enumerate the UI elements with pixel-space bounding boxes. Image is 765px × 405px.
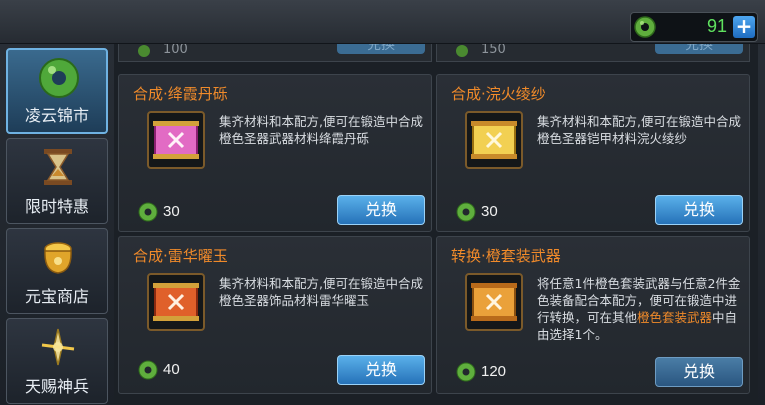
jade-coin-icon <box>634 16 656 38</box>
exchange-button[interactable]: 兑换 <box>337 195 425 225</box>
yellow-scroll-icon <box>471 121 517 159</box>
jade-coin-icon <box>138 45 150 57</box>
item-price: 150 <box>481 44 506 57</box>
jade-coin-icon <box>456 45 468 57</box>
jade-coin-icon <box>138 202 158 222</box>
sidebar-item-label: 凌云锦市 <box>24 106 89 125</box>
orange-scroll-icon <box>471 283 517 321</box>
jade-disc-icon <box>39 58 79 98</box>
partial-item-card: 100 兑换 <box>118 44 432 62</box>
hourglass-icon <box>44 149 72 185</box>
currency-amount: 91 <box>706 16 727 36</box>
item-icon-frame[interactable] <box>147 111 205 169</box>
exchange-button[interactable]: 兑换 <box>337 44 425 54</box>
item-card: 转换·橙套装武器 将任意1件橙色套装武器与任意2件金色装备配合本配方，便可在锻造… <box>436 236 750 394</box>
exchange-button[interactable]: 兑换 <box>655 44 743 54</box>
exchange-button[interactable]: 兑换 <box>655 357 743 387</box>
exchange-button[interactable]: 兑换 <box>655 195 743 225</box>
category-sidebar: 凌云锦市 限时特惠 元宝商店 天赐神兵 <box>6 48 108 405</box>
item-card: 合成·绛霞丹砾 集齐材料和本配方,便可在锻造中合成橙色圣器武器材料绛霞丹砾 30… <box>118 74 432 232</box>
jade-coin-icon <box>456 362 476 382</box>
item-title: 合成·雷华曜玉 <box>133 247 228 265</box>
item-title: 合成·浣火绫纱 <box>451 85 546 103</box>
sidebar-item-label: 天赐神兵 <box>24 377 89 396</box>
item-title: 合成·绛霞丹砾 <box>133 85 228 103</box>
sidebar-item-label: 元宝商店 <box>24 287 89 306</box>
exchange-button[interactable]: 兑换 <box>337 355 425 385</box>
add-currency-button[interactable]: + <box>733 16 755 38</box>
sidebar-item-yuanbao-shop[interactable]: 元宝商店 <box>6 228 108 314</box>
item-description: 集齐材料和本配方,便可在锻造中合成橙色圣器饰品材料雷华曜玉 <box>219 276 423 308</box>
item-icon-frame[interactable] <box>465 273 523 331</box>
divine-weapon-icon <box>41 328 75 366</box>
item-card: 合成·浣火绫纱 集齐材料和本配方,便可在锻造中合成橙色圣器铠甲材料浣火绫纱 30… <box>436 74 750 232</box>
item-price: 40 <box>163 361 180 378</box>
item-price: 30 <box>481 203 498 220</box>
currency-display: 91 + <box>630 12 758 42</box>
jade-coin-icon <box>138 360 158 380</box>
partial-item-card: 150 兑换 <box>436 44 750 62</box>
item-card: 合成·雷华曜玉 集齐材料和本配方,便可在锻造中合成橙色圣器饰品材料雷华曜玉 40… <box>118 236 432 394</box>
item-icon-frame[interactable] <box>465 111 523 169</box>
pink-scroll-icon <box>153 121 199 159</box>
game-shop-window: 91 + 凌云锦市 限时特惠 元宝商店 天赐神兵 100 兑换 150 兑换 合… <box>0 0 765 405</box>
item-description: 将任意1件橙色套装武器与任意2件金色装备配合本配方，便可在锻造中进行转换，可在其… <box>537 275 742 343</box>
top-bar: 91 + <box>0 0 765 44</box>
sidebar-item-label: 限时特惠 <box>24 197 89 216</box>
highlighted-text: 橙色套装武器 <box>637 310 713 325</box>
sidebar-item-limited-offer[interactable]: 限时特惠 <box>6 138 108 224</box>
sidebar-item-lingyun-market[interactable]: 凌云锦市 <box>6 48 108 134</box>
item-icon-frame[interactable] <box>147 273 205 331</box>
gold-ingot-pot-icon <box>44 242 72 274</box>
item-description: 集齐材料和本配方,便可在锻造中合成橙色圣器武器材料绛霞丹砾 <box>219 114 423 146</box>
jade-coin-icon <box>456 202 476 222</box>
item-price: 100 <box>163 44 188 57</box>
item-description: 集齐材料和本配方,便可在锻造中合成橙色圣器铠甲材料浣火绫纱 <box>537 114 741 146</box>
shop-content: 100 兑换 150 兑换 合成·绛霞丹砾 集齐材料和本配方,便可在锻造中合成橙… <box>114 44 758 405</box>
item-price: 120 <box>481 363 507 380</box>
red-scroll-icon <box>153 283 199 321</box>
item-price: 30 <box>163 203 180 220</box>
item-title: 转换·橙套装武器 <box>451 247 561 265</box>
sidebar-item-divine-weapon[interactable]: 天赐神兵 <box>6 318 108 404</box>
